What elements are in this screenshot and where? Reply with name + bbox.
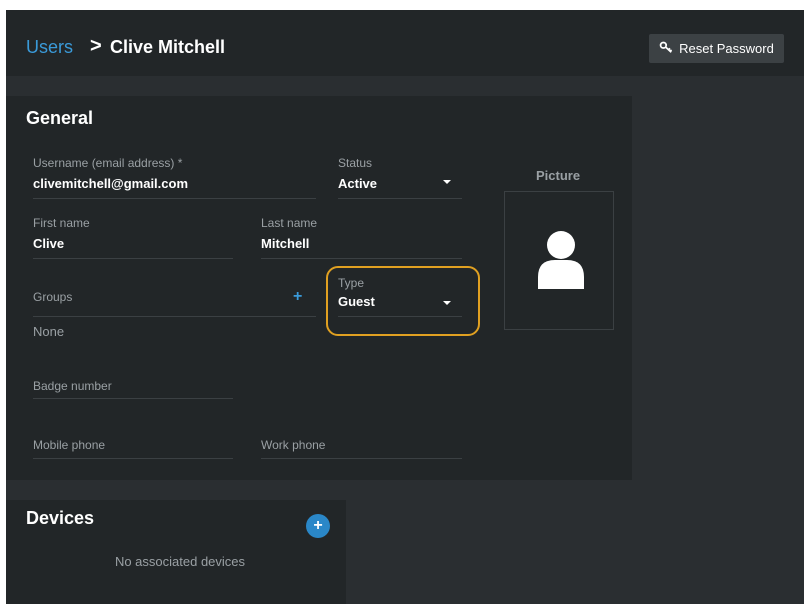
plus-icon: +	[313, 517, 323, 534]
last-name-field[interactable]: Last name Mitchell	[261, 216, 317, 251]
username-underline	[33, 198, 316, 199]
first-name-underline	[33, 258, 233, 259]
work-phone-label[interactable]: Work phone	[261, 438, 325, 452]
badge-number-underline	[33, 398, 233, 399]
status-value: Active	[338, 176, 378, 191]
app-window: Users > Clive Mitchell Reset Password Ge…	[6, 10, 804, 604]
username-value: clivemitchell@gmail.com	[33, 176, 189, 191]
devices-title: Devices	[26, 508, 95, 528]
add-group-plus-icon[interactable]: +	[293, 288, 302, 306]
username-field[interactable]: Username (email address) * clivemitchell…	[33, 156, 188, 191]
first-name-value: Clive	[33, 236, 65, 251]
status-label: Status	[338, 156, 373, 170]
person-icon	[538, 231, 584, 289]
reset-password-label: Reset Password	[679, 41, 774, 56]
key-icon	[659, 40, 673, 57]
status-select[interactable]: Status Active	[338, 156, 377, 191]
picture-upload[interactable]	[504, 191, 614, 330]
username-label: Username (email address) *	[33, 156, 183, 170]
groups-value: None	[33, 324, 65, 339]
page-title: Clive Mitchell	[110, 37, 226, 57]
mobile-phone-underline	[33, 458, 233, 459]
last-name-underline	[261, 258, 462, 259]
type-highlight-outline	[326, 266, 480, 336]
first-name-field[interactable]: First name Clive	[33, 216, 90, 251]
breadcrumb-separator: >	[90, 35, 102, 57]
page-header: Users > Clive Mitchell Reset Password	[6, 10, 804, 76]
last-name-value: Mitchell	[261, 236, 310, 251]
picture-label: Picture	[536, 168, 581, 183]
first-name-label: First name	[33, 216, 90, 230]
general-title: General	[26, 108, 94, 128]
devices-empty-message: No associated devices	[114, 554, 246, 569]
add-device-button[interactable]: +	[306, 514, 330, 538]
chevron-down-icon[interactable]	[443, 180, 451, 184]
status-underline	[338, 198, 462, 199]
badge-number-label[interactable]: Badge number	[33, 379, 112, 393]
reset-password-button[interactable]: Reset Password	[649, 34, 784, 63]
last-name-label: Last name	[261, 216, 318, 230]
groups-underline	[33, 316, 316, 317]
mobile-phone-label[interactable]: Mobile phone	[33, 438, 105, 452]
work-phone-underline	[261, 458, 462, 459]
breadcrumb-users-link[interactable]: Users	[26, 37, 73, 58]
groups-label: Groups	[33, 290, 73, 304]
